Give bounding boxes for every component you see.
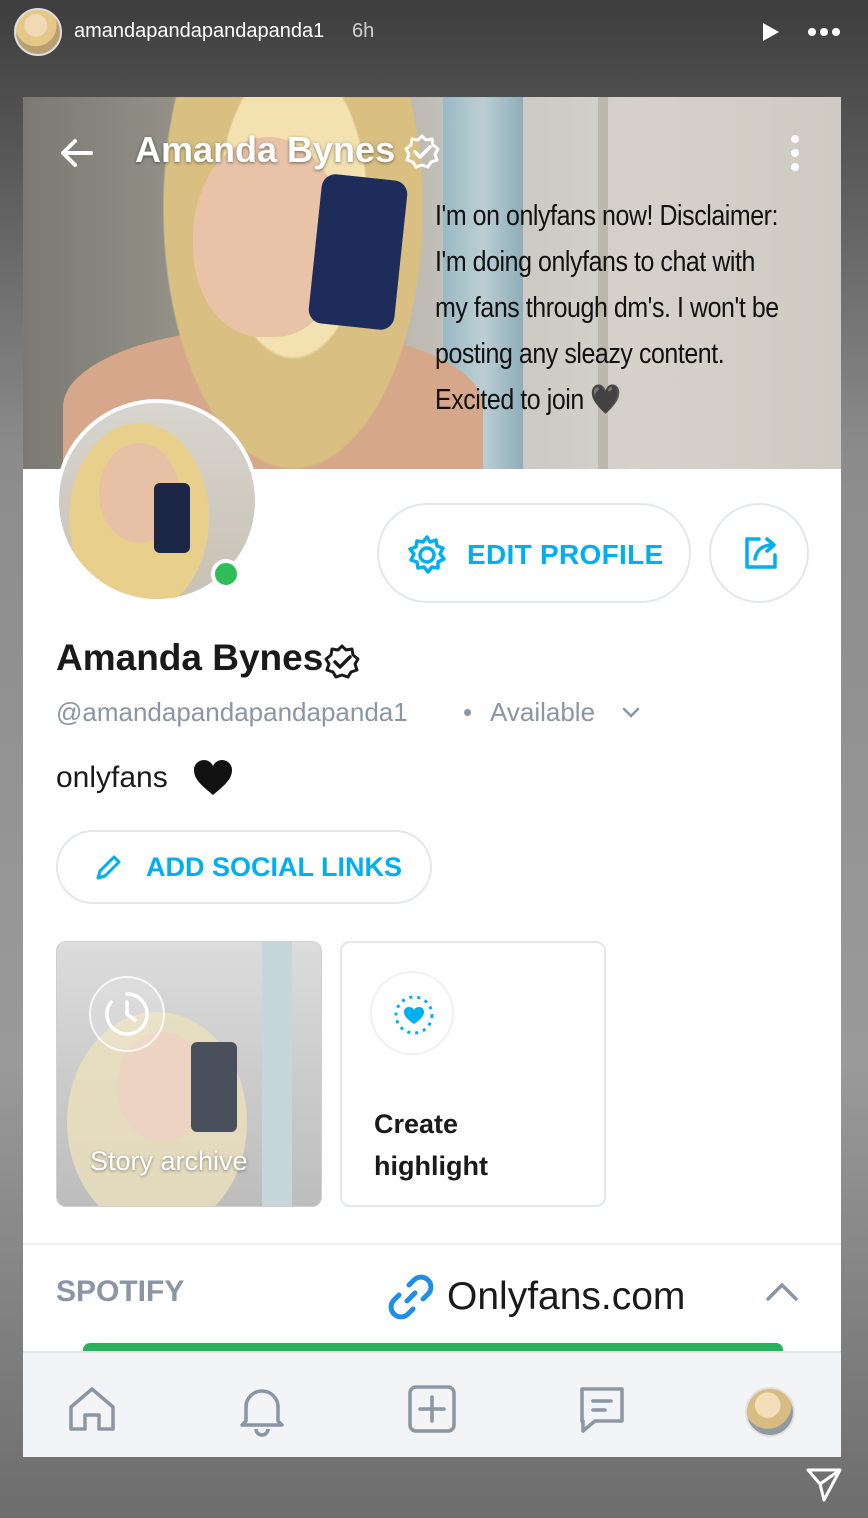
- play-icon[interactable]: [758, 20, 782, 44]
- online-status-dot: [211, 559, 241, 589]
- chevron-down-icon[interactable]: [621, 705, 641, 721]
- profile-screenshot-card: Amanda Bynes I'm on onlyfans now! Discla…: [23, 97, 841, 1457]
- profile-bio: onlyfans: [56, 761, 168, 794]
- verified-badge-icon: [404, 134, 440, 169]
- gear-icon: [408, 535, 446, 574]
- story-timestamp: 6h: [352, 20, 375, 42]
- create-highlight-label: Create highlight: [374, 1109, 488, 1181]
- bottom-tab-bar: [23, 1351, 841, 1457]
- profile-handle: @amandapandapandapanda1: [56, 697, 408, 727]
- header-title: Amanda Bynes: [135, 129, 396, 170]
- share-icon: [745, 537, 777, 569]
- story-username[interactable]: amandapandapandapanda1: [74, 20, 324, 43]
- kebab-menu-icon[interactable]: [783, 133, 807, 173]
- edit-profile-button[interactable]: EDIT PROFILE: [377, 503, 691, 603]
- link-sticker-text[interactable]: Onlyfans.com: [447, 1275, 685, 1319]
- story-caption-text: I'm on onlyfans now! Disclaimer: I'm doi…: [435, 200, 779, 416]
- story-header: amandapandapandapanda1 6h: [0, 0, 868, 66]
- story-archive-tile[interactable]: Story archive: [56, 941, 322, 1207]
- availability-status[interactable]: Available: [490, 697, 595, 728]
- black-heart-icon: [194, 760, 232, 795]
- highlight-icon-circle: [370, 971, 454, 1055]
- story-user-avatar[interactable]: [14, 8, 62, 56]
- link-icon[interactable]: [385, 1271, 437, 1323]
- separator-dot: •: [463, 697, 473, 727]
- story-archive-label: Story archive: [90, 1146, 248, 1176]
- pencil-icon: [96, 855, 121, 880]
- back-arrow-icon[interactable]: [57, 133, 97, 173]
- verified-badge-icon: [324, 644, 360, 679]
- more-icon[interactable]: [806, 22, 842, 42]
- add-social-links-button[interactable]: ADD SOCIAL LINKS: [56, 830, 432, 904]
- archive-clock-icon: [89, 976, 165, 1052]
- cover-phone: [307, 172, 409, 332]
- add-post-icon[interactable]: [403, 1381, 461, 1437]
- profile-name: Amanda Bynes: [56, 637, 324, 678]
- bell-icon[interactable]: [233, 1381, 291, 1437]
- share-profile-button[interactable]: [709, 503, 809, 603]
- create-highlight-tile[interactable]: Create highlight: [340, 941, 606, 1207]
- add-social-links-label: ADD SOCIAL LINKS: [146, 852, 403, 882]
- highlight-heart-icon: [394, 995, 434, 1035]
- spotify-label: SPOTIFY: [56, 1275, 185, 1308]
- tab-profile-avatar[interactable]: [745, 1387, 795, 1437]
- home-icon[interactable]: [63, 1381, 121, 1437]
- edit-profile-label: EDIT PROFILE: [467, 539, 664, 570]
- messages-icon[interactable]: [573, 1381, 631, 1437]
- send-icon[interactable]: [804, 1464, 844, 1504]
- chevron-up-icon[interactable]: [765, 1281, 799, 1303]
